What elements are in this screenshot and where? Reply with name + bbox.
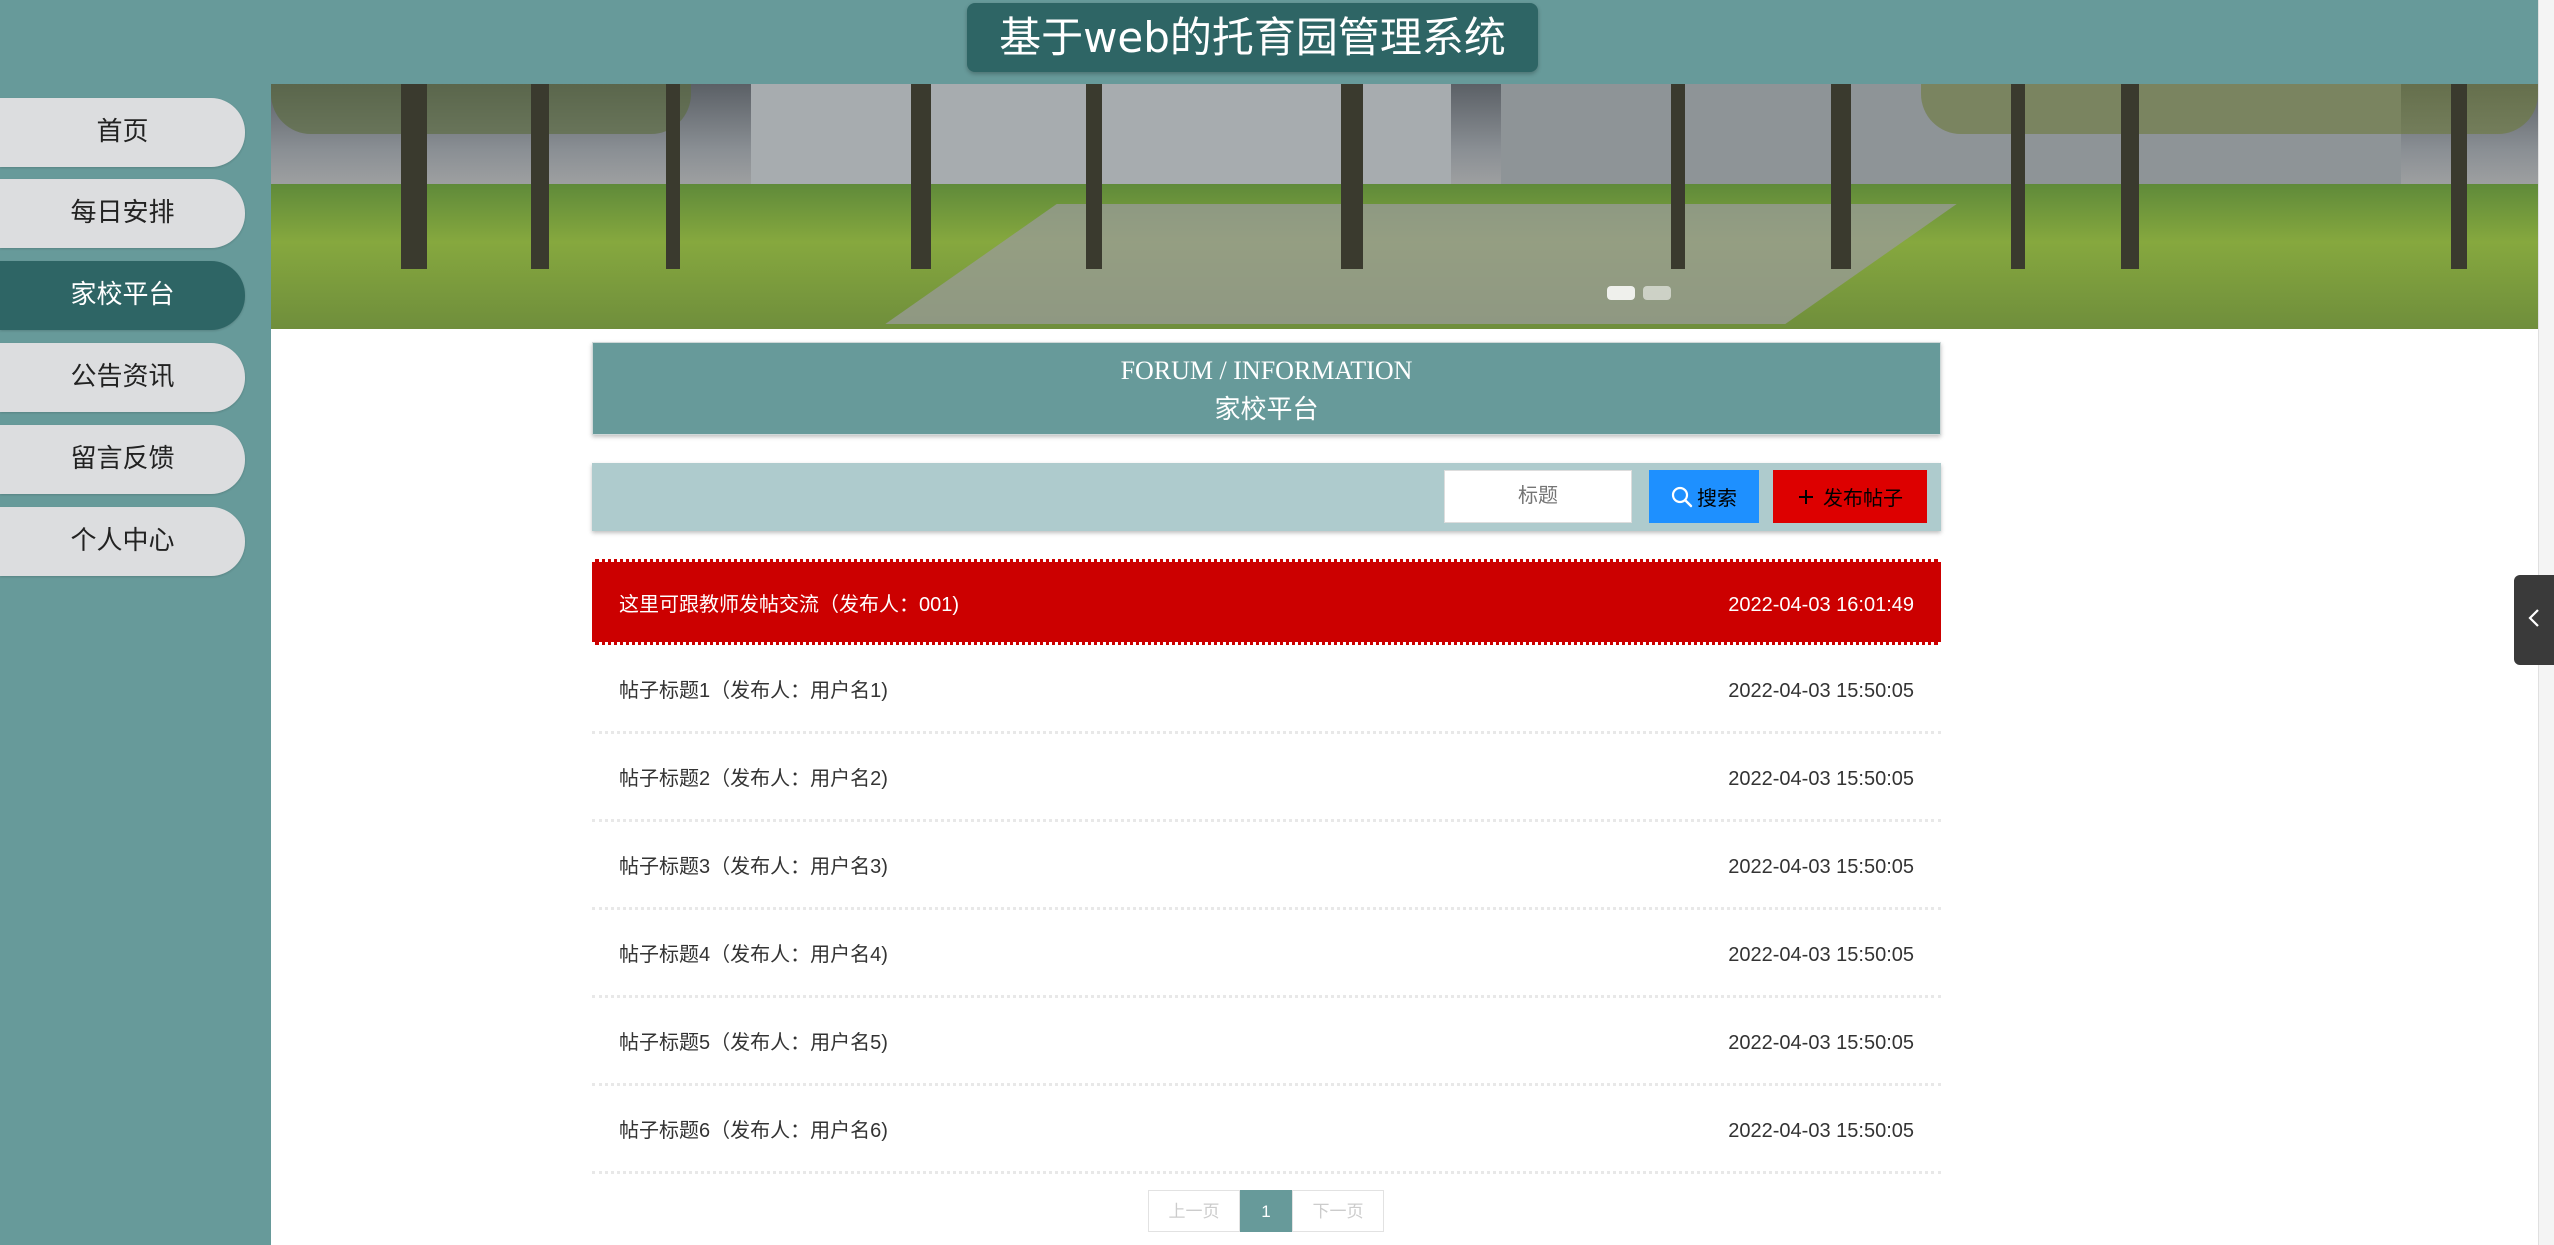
- banner-path: [885, 204, 1957, 324]
- post-row[interactable]: 帖子标题6（发布人：用户名6) 2022-04-03 15:50:05: [592, 1088, 1941, 1174]
- sidebar-item-home[interactable]: 首页: [0, 98, 245, 167]
- banner-tree: [911, 84, 931, 269]
- banner-tree: [1831, 84, 1851, 269]
- banner-tree: [1086, 84, 1102, 269]
- post-title: 帖子标题3（发布人：用户名3): [619, 856, 888, 878]
- post-title: 帖子标题1（发布人：用户名1): [619, 680, 888, 702]
- post-time: 2022-04-03 15:50:05: [1728, 680, 1914, 702]
- post-title: 帖子标题2（发布人：用户名2): [619, 768, 888, 790]
- search-button-label: 搜索: [1697, 488, 1737, 510]
- banner-tree: [2121, 84, 2139, 269]
- site-title: 基于web的托育园管理系统: [967, 3, 1538, 72]
- sidebar: 首页 每日安排 家校平台 公告资讯 留言反馈 个人中心: [0, 84, 271, 1245]
- chevron-left-icon: [2527, 607, 2541, 633]
- post-time: 2022-04-03 15:50:05: [1728, 1032, 1914, 1054]
- banner-tree: [2011, 84, 2025, 269]
- post-row-pinned[interactable]: 这里可跟教师发帖交流（发布人：001) 2022-04-03 16:01:49: [592, 559, 1941, 645]
- carousel-indicators: [1607, 286, 1671, 300]
- post-row[interactable]: 帖子标题1（发布人：用户名1) 2022-04-03 15:50:05: [592, 648, 1941, 734]
- banner-tree: [1341, 84, 1363, 269]
- sidebar-item-feedback[interactable]: 留言反馈: [0, 425, 245, 494]
- banner-foliage: [271, 84, 691, 134]
- new-post-button[interactable]: 发布帖子: [1773, 470, 1927, 523]
- plus-icon: [1797, 488, 1815, 506]
- post-title: 帖子标题4（发布人：用户名4): [619, 944, 888, 966]
- title-search-input[interactable]: [1444, 470, 1632, 523]
- post-title: 帖子标题5（发布人：用户名5): [619, 1032, 888, 1054]
- banner-tree: [666, 84, 680, 269]
- section-title-cn: 家校平台: [1214, 395, 1319, 424]
- post-title: 帖子标题6（发布人：用户名6): [619, 1120, 888, 1142]
- next-page-button[interactable]: 下一页: [1292, 1190, 1384, 1232]
- post-time: 2022-04-03 15:50:05: [1728, 856, 1914, 878]
- banner-tree: [2451, 84, 2467, 269]
- post-time: 2022-04-03 15:50:05: [1728, 768, 1914, 790]
- sidebar-item-daily-schedule[interactable]: 每日安排: [0, 179, 245, 248]
- post-row[interactable]: 帖子标题5（发布人：用户名5) 2022-04-03 15:50:05: [592, 1000, 1941, 1086]
- search-button[interactable]: 搜索: [1649, 470, 1759, 523]
- banner-tree: [531, 84, 549, 269]
- page-number-button[interactable]: 1: [1240, 1190, 1292, 1232]
- carousel-dot[interactable]: [1607, 286, 1635, 300]
- top-header: 基于web的托育园管理系统: [0, 0, 2538, 84]
- banner-tree: [401, 84, 427, 269]
- search-icon: [1671, 486, 1693, 508]
- post-time: 2022-04-03 16:01:49: [1728, 594, 1914, 616]
- post-row[interactable]: 帖子标题2（发布人：用户名2) 2022-04-03 15:50:05: [592, 736, 1941, 822]
- prev-page-button[interactable]: 上一页: [1148, 1190, 1240, 1232]
- carousel-dot[interactable]: [1643, 286, 1671, 300]
- section-heading: FORUM / INFORMATION 家校平台: [592, 342, 1941, 435]
- sidebar-item-personal-center[interactable]: 个人中心: [0, 507, 245, 576]
- pagination: 上一页 1 下一页: [1148, 1190, 1384, 1232]
- banner-tree: [1671, 84, 1685, 269]
- post-time: 2022-04-03 15:50:05: [1728, 944, 1914, 966]
- sidebar-item-announcements[interactable]: 公告资讯: [0, 343, 245, 412]
- sidebar-item-home-school-platform[interactable]: 家校平台: [0, 261, 245, 330]
- page: 基于web的托育园管理系统 首页 每日安排 家校平台 公告资讯 留言反馈 个人中…: [0, 0, 2554, 1245]
- post-time: 2022-04-03 15:50:05: [1728, 1120, 1914, 1142]
- banner-carousel: [271, 84, 2538, 329]
- side-panel-toggle[interactable]: [2514, 575, 2554, 665]
- post-row[interactable]: 帖子标题4（发布人：用户名4) 2022-04-03 15:50:05: [592, 912, 1941, 998]
- post-row[interactable]: 帖子标题3（发布人：用户名3) 2022-04-03 15:50:05: [592, 824, 1941, 910]
- post-title: 这里可跟教师发帖交流（发布人：001): [619, 594, 960, 616]
- new-post-button-label: 发布帖子: [1823, 488, 1903, 510]
- section-title-en: FORUM / INFORMATION: [1120, 356, 1413, 385]
